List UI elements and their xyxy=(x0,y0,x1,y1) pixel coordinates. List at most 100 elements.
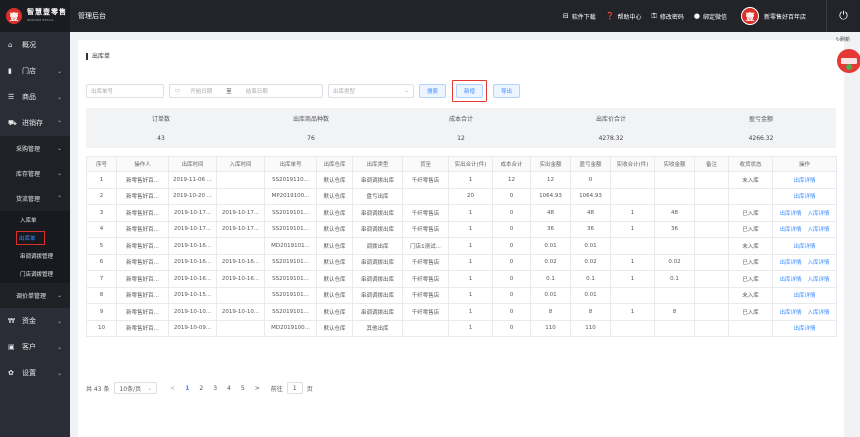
column-header: 操作 xyxy=(772,156,837,172)
table-cell: SS2019101... xyxy=(264,220,317,238)
table-cell: 1064.93 xyxy=(530,187,571,205)
table-cell: 1064.93 xyxy=(570,187,611,205)
page-size-select[interactable]: 10条/页 ⌄ xyxy=(114,382,158,394)
page-3[interactable]: 3 xyxy=(213,385,217,392)
table-cell xyxy=(654,286,695,304)
sidebar-sub-price-adjust[interactable]: 调价单管理 ⌄ xyxy=(0,283,70,308)
inbound-detail-link[interactable]: 入库详情 xyxy=(808,211,830,217)
table-cell: SS2019101... xyxy=(264,303,317,321)
table-cell xyxy=(610,237,655,255)
money-icon: ₩ xyxy=(8,317,15,325)
table-cell: 串调调拨出库 xyxy=(352,253,403,271)
column-header: 货至 xyxy=(402,156,449,172)
table-cell: 串调调拨出库 xyxy=(352,220,403,238)
change-password-link[interactable]: ⚿ 修改密码 xyxy=(652,12,684,21)
table-cell: 1 xyxy=(610,303,655,321)
table-cell xyxy=(728,187,773,205)
sidebar-leaf-cross-transfer[interactable]: 串调调拨管理 xyxy=(0,247,70,265)
outbound-detail-link[interactable]: 出库详情 xyxy=(793,194,815,200)
export-button[interactable]: 导出 xyxy=(493,84,521,98)
page-5[interactable]: 5 xyxy=(241,385,245,392)
help-center-link[interactable]: ❓ 帮助中心 xyxy=(606,12,642,21)
table-cell: 36 xyxy=(654,220,695,238)
inbound-detail-link[interactable]: 入库详情 xyxy=(808,277,830,283)
outbound-detail-link[interactable]: 出库详情 xyxy=(779,310,801,316)
page-1[interactable]: 1 xyxy=(185,385,189,392)
refresh-button[interactable]: ↻ 刷新 xyxy=(836,36,850,44)
chevron-up-icon: ⌃ xyxy=(56,119,62,127)
table-cell: MD2019101... xyxy=(264,237,317,255)
table-cell: 36 xyxy=(530,220,571,238)
sidebar-sub-stock[interactable]: 库存管理 ⌄ xyxy=(0,161,70,186)
table-cell: 2019-10-16... xyxy=(168,253,217,271)
outbound-detail-link[interactable]: 出库详情 xyxy=(793,244,815,250)
logout-button[interactable]: ⏻ xyxy=(826,0,860,32)
table-cell: 0.01 xyxy=(530,237,571,255)
outbound-detail-link[interactable]: 出库详情 xyxy=(793,178,815,184)
sidebar-sub-purchase[interactable]: 采购管理 ⌄ xyxy=(0,136,70,161)
outbound-detail-link[interactable]: 出库详情 xyxy=(779,211,801,217)
column-header: 实收金额 xyxy=(654,156,695,172)
sidebar-item-overview[interactable]: ⌂ 概况 xyxy=(0,32,70,58)
inbound-detail-link[interactable]: 入库详情 xyxy=(808,260,830,266)
outbound-detail-link[interactable]: 出库详情 xyxy=(779,277,801,283)
summary-header: 成本合计 xyxy=(448,115,473,123)
sidebar-item-funds[interactable]: ₩ 资金 ⌄ xyxy=(0,308,70,334)
page-4[interactable]: 4 xyxy=(227,385,231,392)
table-cell: 2019-10-10... xyxy=(168,303,217,321)
bind-wechat-link[interactable]: ● 绑定微信 xyxy=(694,12,727,21)
sidebar-item-inventory[interactable]: ⛟ 进销存 ⌃ xyxy=(0,110,70,136)
customer-icon: ▣ xyxy=(8,343,15,351)
table-cell: 默认仓库 xyxy=(316,253,353,271)
inbound-detail-link[interactable]: 入库详情 xyxy=(808,227,830,233)
table-cell: 0.1 xyxy=(570,270,611,288)
table-cell: 8 xyxy=(570,303,611,321)
prev-page-button[interactable]: < xyxy=(170,385,175,392)
sidebar-item-store[interactable]: ▮ 门店 ⌄ xyxy=(0,58,70,84)
table-cell: 0 xyxy=(570,171,611,189)
table-cell: 串调调拨出库 xyxy=(352,286,403,304)
inbound-detail-link[interactable]: 入库详情 xyxy=(808,310,830,316)
table-cell: 千纤零售店 xyxy=(402,270,449,288)
sidebar-leaf-inbound[interactable]: 入库单 xyxy=(0,211,70,229)
sidebar: ⌂ 概况 ▮ 门店 ⌄ ☰ 商品 ⌄ ⛟ 进销存 ⌃ 采购管理 ⌄ 库存管理 ⌄… xyxy=(0,32,70,437)
search-button[interactable]: 搜索 xyxy=(419,84,447,98)
brand[interactable]: 壹 智慧壹零售 WISDOM RETAIL xyxy=(0,0,70,32)
new-button[interactable]: 新增 xyxy=(456,84,484,98)
outbound-detail-link[interactable]: 出库详情 xyxy=(779,260,801,266)
table-row: 8 新零售好百... 2019-10-15... SS2019101... 默认仓库 串调… xyxy=(86,286,837,304)
chevron-down-icon: ⌄ xyxy=(56,67,62,75)
table-cell xyxy=(654,319,695,337)
outbound-detail-link[interactable]: 出库详情 xyxy=(779,227,801,233)
sidebar-sub-flow[interactable]: 货流管理 ⌃ xyxy=(0,186,70,211)
row-actions: 出库详情 xyxy=(772,171,837,189)
sidebar-item-customers[interactable]: ▣ 客户 ⌄ xyxy=(0,334,70,360)
table-cell: 0 xyxy=(492,187,531,205)
outbound-detail-link[interactable]: 出库详情 xyxy=(793,293,815,299)
table-cell: 1 xyxy=(448,253,493,271)
outbound-detail-link[interactable]: 出库详情 xyxy=(793,326,815,332)
outbound-type-select[interactable]: 出库类型 ⌄ xyxy=(328,84,414,98)
table-cell xyxy=(694,270,729,288)
sidebar-item-settings[interactable]: ✿ 设置 ⌄ xyxy=(0,360,70,386)
avatar[interactable]: 壹 xyxy=(740,7,759,25)
brand-name: 智慧壹零售 xyxy=(27,8,67,16)
order-no-input[interactable]: 出库单号 xyxy=(86,84,164,98)
table-cell: 1 xyxy=(448,171,493,189)
sidebar-leaf-outbound[interactable]: 出库单 xyxy=(0,229,70,247)
page-2[interactable]: 2 xyxy=(199,385,203,392)
outbound-table: 序号 操作人 出库时间 入库时间 出库单号 出库仓库 出库类型 货至 实出合计(件) 成本合计 实出… xyxy=(86,156,837,337)
sidebar-item-goods[interactable]: ☰ 商品 ⌄ xyxy=(0,84,70,110)
table-cell: 1 xyxy=(448,303,493,321)
table-row: 3 新零售好百... 2019-10-17... 2019-10-17... SS201… xyxy=(86,204,837,222)
floating-promo-icon[interactable] xyxy=(836,48,860,74)
software-download-link[interactable]: ⊟ 软件下载 xyxy=(563,12,596,21)
sidebar-leaf-store-transfer[interactable]: 门店调拨管理 xyxy=(0,265,70,283)
table-cell xyxy=(216,286,265,304)
table-cell: 新零售好百... xyxy=(116,237,169,255)
store-name[interactable]: 新零售好百年店 xyxy=(764,12,806,21)
date-range-picker[interactable]: ▭ 开始日期 至 结束日期 xyxy=(169,84,323,98)
goto-page-input[interactable]: 1 xyxy=(286,382,303,394)
next-page-button[interactable]: > xyxy=(255,385,260,392)
table-cell: 0 xyxy=(492,270,531,288)
